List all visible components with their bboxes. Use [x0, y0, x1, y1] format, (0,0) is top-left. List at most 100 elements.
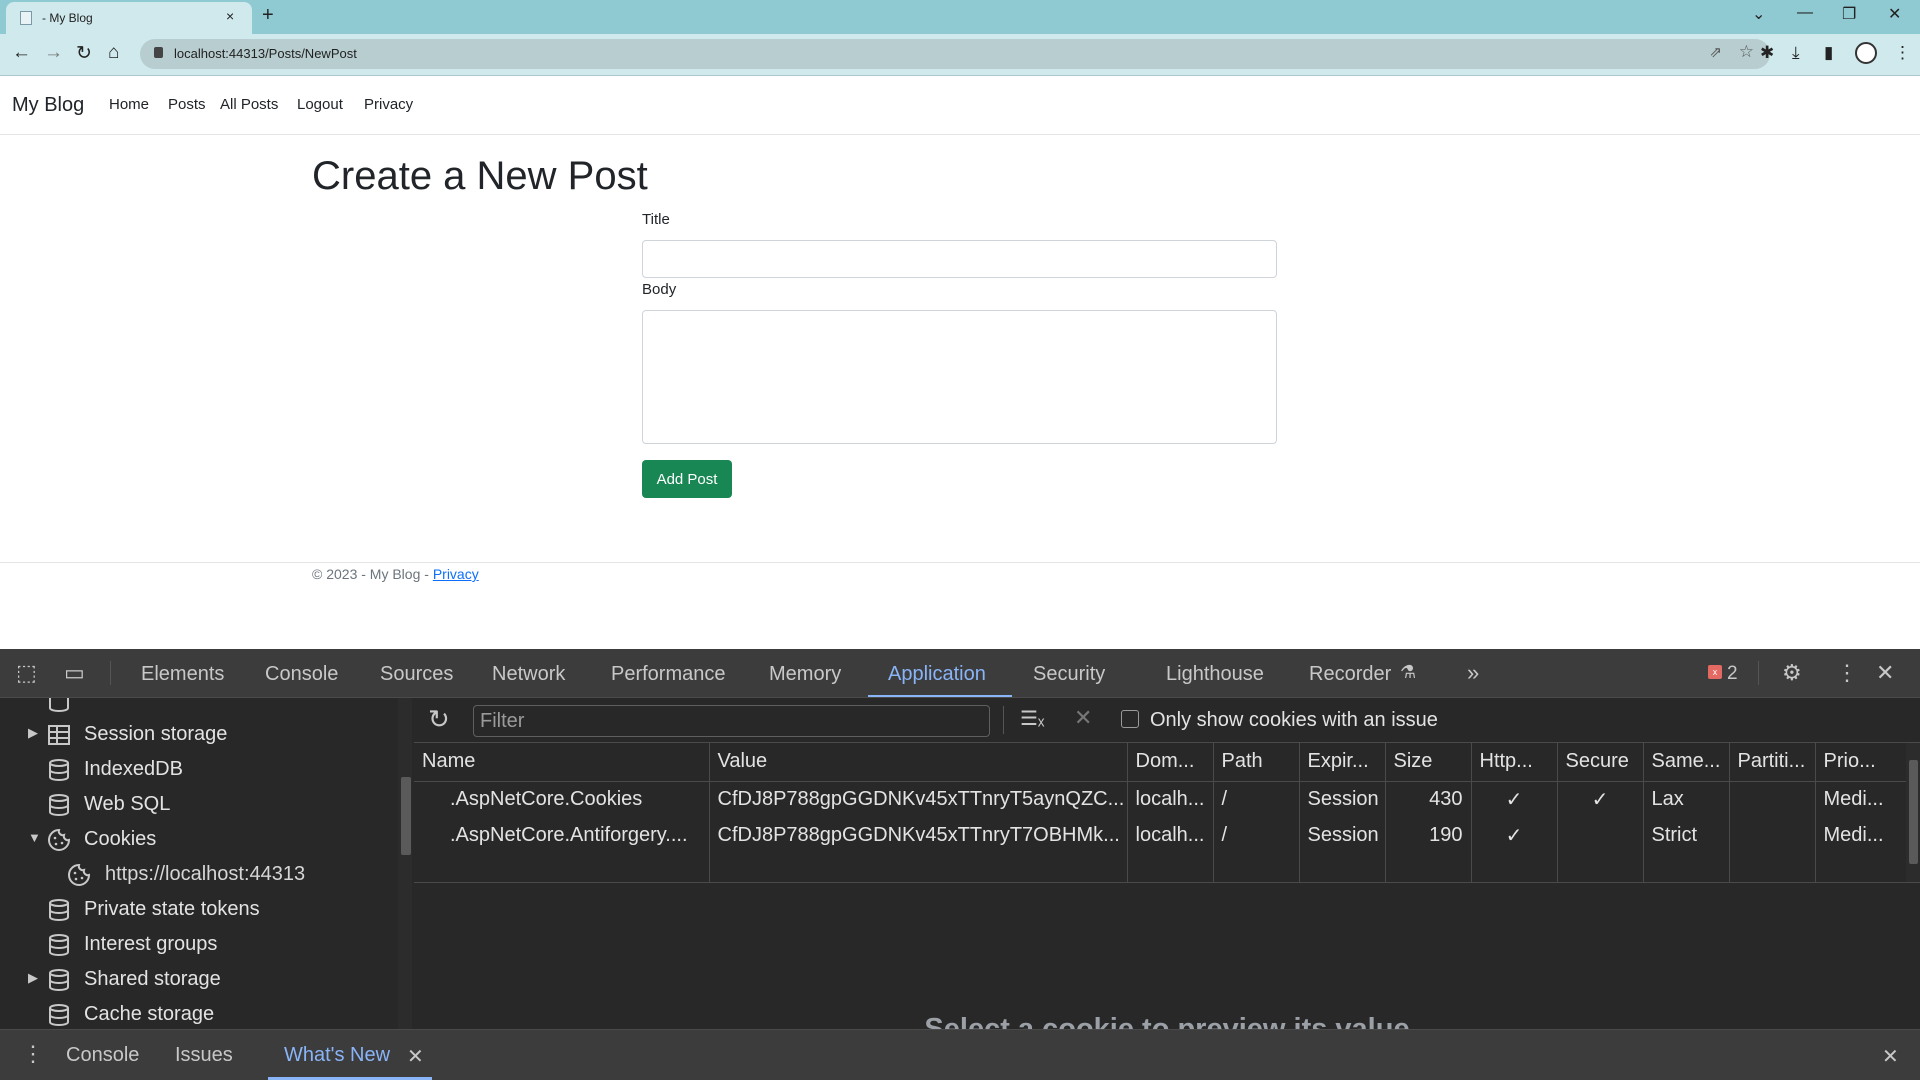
- sidebar-item-interest-groups[interactable]: Interest groups: [0, 928, 398, 963]
- column-header-priority[interactable]: Prio...: [1815, 743, 1920, 782]
- sidebar-item-session-storage[interactable]: ▶ Session storage: [0, 718, 398, 753]
- devtools-tab-application[interactable]: Application: [888, 663, 986, 686]
- home-button[interactable]: ⌂: [108, 42, 119, 64]
- cookie-domain[interactable]: localh...: [1127, 817, 1214, 853]
- lock-icon[interactable]: [154, 47, 163, 58]
- devtools-close-icon[interactable]: ✕: [1876, 660, 1894, 686]
- sidebar-item-cache-storage[interactable]: Cache storage: [0, 998, 398, 1029]
- column-header-samesite[interactable]: Same...: [1643, 743, 1730, 782]
- downloads-icon[interactable]: ⤓: [1792, 43, 1800, 63]
- sidebar-item-cookies[interactable]: ▼ Cookies: [0, 823, 398, 858]
- only-issues-label[interactable]: Only show cookies with an issue: [1150, 709, 1438, 732]
- tab-close-icon[interactable]: ×: [226, 8, 234, 24]
- cookie-value[interactable]: CfDJ8P788gpGGDNKv45xTTnryT5aynQZC...: [709, 781, 1128, 817]
- sidebar-item-web-sql[interactable]: Web SQL: [0, 788, 398, 823]
- column-header-path[interactable]: Path: [1213, 743, 1300, 782]
- devtools-tab-security[interactable]: Security: [1033, 663, 1105, 686]
- devtools-tab-performance[interactable]: Performance: [611, 663, 726, 686]
- nav-link-posts[interactable]: Posts: [168, 96, 206, 113]
- cookie-samesite[interactable]: Strict: [1643, 817, 1730, 853]
- side-panel-icon[interactable]: ▮: [1824, 43, 1833, 63]
- drawer-tab-whats-new[interactable]: What's New: [284, 1044, 390, 1067]
- cookie-secure[interactable]: ✓: [1557, 781, 1644, 817]
- sidebar-item-partial[interactable]: [0, 698, 398, 719]
- nav-link-logout[interactable]: Logout: [297, 96, 343, 113]
- collapse-arrow-icon[interactable]: ▼: [28, 830, 41, 845]
- refresh-icon[interactable]: ↻: [428, 704, 450, 735]
- column-header-name[interactable]: Name: [414, 743, 710, 782]
- devtools-menu-icon[interactable]: ⋮: [1836, 660, 1858, 686]
- devtools-tab-lighthouse[interactable]: Lighthouse: [1166, 663, 1264, 686]
- cookie-secure[interactable]: [1557, 817, 1644, 853]
- drawer-close-icon[interactable]: ✕: [1882, 1044, 1899, 1069]
- cookie-domain[interactable]: localh...: [1127, 781, 1214, 817]
- cookie-partition[interactable]: [1729, 781, 1816, 817]
- cookie-expires[interactable]: Session: [1299, 781, 1386, 817]
- devtools-tab-elements[interactable]: Elements: [141, 663, 224, 686]
- browser-menu-icon[interactable]: ⋮: [1894, 43, 1911, 63]
- more-tabs-icon[interactable]: »: [1467, 660, 1479, 686]
- devtools-tab-memory[interactable]: Memory: [769, 663, 841, 686]
- profile-avatar[interactable]: [1855, 42, 1877, 64]
- new-tab-button[interactable]: +: [262, 4, 274, 27]
- sidebar-scrollbar[interactable]: [398, 698, 412, 1029]
- cookie-size[interactable]: 190: [1385, 817, 1472, 853]
- inspect-element-icon[interactable]: ⬚: [16, 660, 37, 686]
- title-input[interactable]: [642, 240, 1277, 278]
- table-row[interactable]: .AspNetCore.Cookies CfDJ8P788gpGGDNKv45x…: [414, 781, 1920, 817]
- back-button[interactable]: ←: [12, 42, 31, 64]
- devtools-tab-network[interactable]: Network: [492, 663, 565, 686]
- reload-button[interactable]: ↻: [76, 42, 92, 65]
- cookie-priority[interactable]: Medi...: [1815, 817, 1920, 853]
- column-header-secure[interactable]: Secure: [1557, 743, 1644, 782]
- cookie-size[interactable]: 430: [1385, 781, 1472, 817]
- column-header-partition[interactable]: Partiti...: [1729, 743, 1816, 782]
- cookie-filter-input[interactable]: [473, 705, 990, 737]
- table-row[interactable]: .AspNetCore.Antiforgery.... CfDJ8P788gpG…: [414, 817, 1920, 853]
- sidebar-item-private-state-tokens[interactable]: Private state tokens: [0, 893, 398, 928]
- devtools-tab-recorder[interactable]: Recorder: [1309, 663, 1391, 686]
- sidebar-item-shared-storage[interactable]: ▶ Shared storage: [0, 963, 398, 998]
- column-header-domain[interactable]: Dom...: [1127, 743, 1214, 782]
- sidebar-item-indexeddb[interactable]: IndexedDB: [0, 753, 398, 788]
- settings-gear-icon[interactable]: ⚙: [1782, 660, 1802, 686]
- column-header-httponly[interactable]: Http...: [1471, 743, 1558, 782]
- issues-error-icon[interactable]: x: [1708, 665, 1722, 679]
- clear-all-cookies-icon[interactable]: ☰ₓ: [1020, 706, 1045, 731]
- browser-tab[interactable]: - My Blog ×: [6, 2, 252, 34]
- bookmark-star-icon[interactable]: ☆: [1739, 42, 1754, 62]
- expand-arrow-icon[interactable]: ▶: [28, 970, 38, 986]
- restore-button[interactable]: ❐: [1842, 4, 1856, 24]
- site-brand[interactable]: My Blog: [12, 94, 84, 117]
- body-textarea[interactable]: [642, 310, 1277, 444]
- cookie-priority[interactable]: Medi...: [1815, 781, 1920, 817]
- drawer-tab-console[interactable]: Console: [66, 1044, 139, 1067]
- expand-arrow-icon[interactable]: ▶: [28, 725, 38, 741]
- device-toolbar-icon[interactable]: ▭: [64, 660, 85, 686]
- cookie-httponly[interactable]: ✓: [1471, 781, 1558, 817]
- drawer-tab-close-icon[interactable]: ✕: [407, 1044, 424, 1069]
- cookie-name[interactable]: .AspNetCore.Antiforgery....: [414, 817, 710, 853]
- cookie-partition[interactable]: [1729, 817, 1816, 853]
- cookie-httponly[interactable]: ✓: [1471, 817, 1558, 853]
- column-header-value[interactable]: Value: [709, 743, 1128, 782]
- url-text[interactable]: localhost:44313/Posts/NewPost: [174, 46, 357, 61]
- only-issues-checkbox[interactable]: [1121, 710, 1139, 728]
- footer-privacy-link[interactable]: Privacy: [433, 566, 479, 582]
- add-post-button[interactable]: Add Post: [642, 460, 732, 498]
- forward-button[interactable]: →: [44, 42, 63, 64]
- sidebar-scrollbar-thumb[interactable]: [401, 777, 411, 855]
- share-icon[interactable]: ⇗: [1709, 43, 1722, 61]
- issues-count[interactable]: 2: [1727, 663, 1738, 685]
- minimize-button[interactable]: —: [1797, 4, 1813, 22]
- nav-link-privacy[interactable]: Privacy: [364, 96, 413, 113]
- drawer-tab-issues[interactable]: Issues: [175, 1044, 233, 1067]
- extensions-icon[interactable]: ✱: [1760, 43, 1774, 63]
- table-scrollbar-thumb[interactable]: [1909, 760, 1918, 864]
- drawer-menu-icon[interactable]: ⋮: [22, 1041, 44, 1067]
- tab-search-icon[interactable]: ⌄: [1752, 4, 1765, 24]
- cookie-path[interactable]: /: [1213, 817, 1300, 853]
- column-header-expires[interactable]: Expir...: [1299, 743, 1386, 782]
- devtools-tab-console[interactable]: Console: [265, 663, 338, 686]
- cookie-expires[interactable]: Session: [1299, 817, 1386, 853]
